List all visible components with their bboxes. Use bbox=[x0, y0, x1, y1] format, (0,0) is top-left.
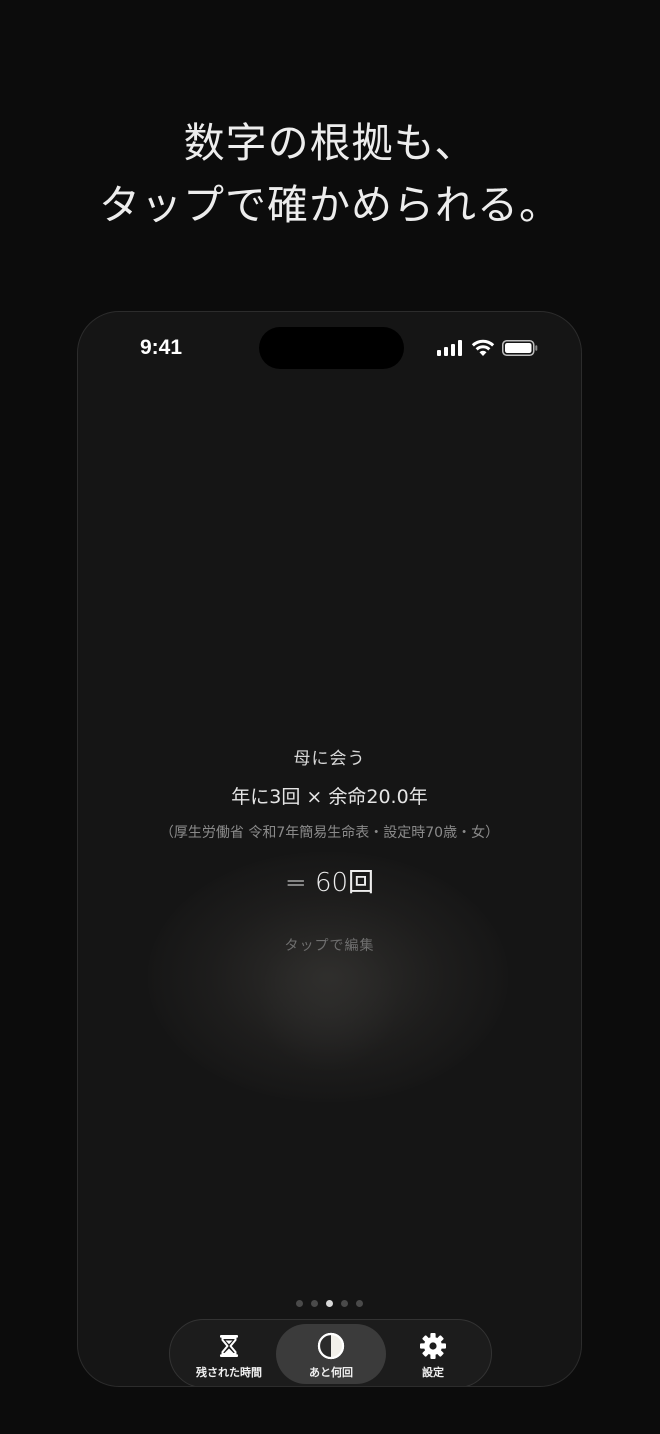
page-dot[interactable] bbox=[341, 1300, 348, 1307]
wifi-icon bbox=[471, 339, 495, 356]
tab-settings[interactable]: 設定 bbox=[378, 1324, 488, 1384]
page-indicator[interactable] bbox=[78, 1300, 581, 1307]
headline-line-1: 数字の根拠も、 bbox=[183, 119, 477, 167]
tab-label: 設定 bbox=[422, 1366, 444, 1379]
half-circle-icon bbox=[317, 1332, 345, 1360]
status-bar-time: 9:41 bbox=[140, 336, 183, 359]
promo-headline: 数字の根拠も、 タップで確かめられる。 bbox=[0, 112, 660, 236]
tab-remaining-time[interactable]: 残された時間 bbox=[174, 1324, 284, 1384]
phone-frame: 9:41 母に会う 年に3回 × 余命20.0年 （厚生労働省 令和7年簡易生命… bbox=[77, 311, 582, 1387]
tab-label: 残された時間 bbox=[196, 1366, 262, 1379]
calculation-formula[interactable]: 年に3回 × 余命20.0年 bbox=[78, 782, 581, 809]
edit-hint: タップで編集 bbox=[284, 938, 375, 954]
gear-icon bbox=[420, 1333, 446, 1359]
tab-label: あと何回 bbox=[309, 1366, 353, 1379]
calculation-result[interactable]: = 60回 bbox=[78, 862, 581, 899]
data-source-note: （厚生労働省 令和7年簡易生命表・設定時70歳・女） bbox=[159, 825, 500, 841]
card-title[interactable]: 母に会う bbox=[78, 744, 581, 769]
hourglass-icon bbox=[220, 1335, 238, 1357]
cellular-signal-icon bbox=[437, 340, 463, 356]
page-dot[interactable] bbox=[356, 1300, 363, 1307]
dynamic-island bbox=[259, 327, 404, 369]
tab-bar: 残された時間 あと何回 設定 bbox=[169, 1319, 492, 1386]
tab-how-many-more[interactable]: あと何回 bbox=[276, 1324, 386, 1384]
page-dot[interactable] bbox=[296, 1300, 303, 1307]
battery-icon bbox=[502, 340, 538, 356]
page-dot[interactable] bbox=[311, 1300, 318, 1307]
headline-line-2: タップで確かめられる。 bbox=[99, 181, 561, 229]
page-dot-active[interactable] bbox=[326, 1300, 333, 1307]
